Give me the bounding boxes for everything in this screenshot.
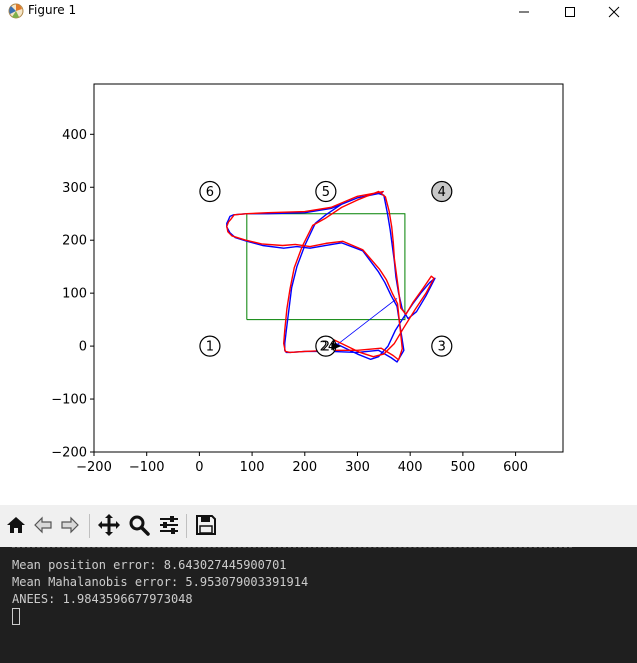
x-tick-label: 100: [240, 460, 265, 475]
home-icon: [7, 517, 25, 533]
configure-subplots-button[interactable]: [156, 511, 182, 539]
x-tick-label: 200: [292, 460, 317, 475]
landmark-6-label: 6: [206, 185, 214, 200]
close-button[interactable]: [591, 0, 637, 24]
y-tick-label: −100: [51, 393, 87, 408]
zoom-icon: [129, 515, 150, 536]
figure-canvas[interactable]: −200 −100 0 100 200 300 400 500 600 −200 −100 0 100 2…: [0, 24, 637, 505]
robot-pose-label: 24: [320, 340, 337, 355]
x-tick-label: −200: [76, 460, 112, 475]
x-tick-label: 400: [398, 460, 423, 475]
maximize-button[interactable]: [547, 0, 593, 24]
back-icon: [34, 516, 52, 534]
terminal-output[interactable]: Mean position error: 8.643027445900701 M…: [0, 547, 637, 663]
home-button[interactable]: [3, 511, 29, 539]
plot-axes[interactable]: −200 −100 0 100 200 300 400 500 600 −200 −100 0 100 2…: [0, 24, 637, 505]
landmark-1-label: 1: [206, 340, 214, 355]
y-tick-label: 100: [62, 287, 87, 302]
forward-icon: [61, 516, 79, 534]
axes-background: [94, 84, 563, 452]
window-title: Figure 1: [28, 3, 77, 17]
minimize-button[interactable]: [501, 0, 547, 24]
terminal-cursor: [12, 608, 20, 625]
x-tick-label: 500: [450, 460, 475, 475]
save-icon: [196, 515, 216, 535]
forward-button[interactable]: [57, 511, 83, 539]
toolbar-separator: [186, 514, 187, 538]
y-tick-label: 400: [62, 128, 87, 143]
x-tick-label: 0: [195, 460, 203, 475]
y-tick-label: −200: [51, 446, 87, 461]
matplotlib-app-icon: [8, 3, 24, 19]
x-tick-label: −100: [129, 460, 165, 475]
landmark-3-label: 3: [438, 340, 446, 355]
configure-subplots-icon: [160, 516, 178, 534]
terminal-line-anees: ANEES: 1.9843596677973048: [12, 592, 193, 606]
back-button[interactable]: [30, 511, 56, 539]
terminal-line-position-error: Mean position error: 8.643027445900701: [12, 558, 287, 572]
save-button[interactable]: [193, 511, 219, 539]
maximize-icon: [565, 7, 575, 17]
pan-icon: [98, 514, 120, 536]
navigation-toolbar: [0, 505, 637, 547]
y-tick-label: 300: [62, 181, 87, 196]
toolbar-separator: [89, 514, 90, 538]
x-tick-label: 300: [345, 460, 370, 475]
y-tick-label: 0: [79, 340, 87, 355]
x-tick-label: 600: [503, 460, 528, 475]
close-icon: [608, 6, 620, 18]
terminal-divider: [12, 547, 572, 551]
terminal-line-mahalanobis-error: Mean Mahalanobis error: 5.95307900339191…: [12, 575, 309, 589]
landmark-4-label: 4: [438, 185, 446, 200]
pan-button[interactable]: [96, 511, 122, 539]
landmark-5-label: 5: [322, 185, 330, 200]
y-tick-label: 200: [62, 234, 87, 249]
zoom-button[interactable]: [126, 511, 152, 539]
title-bar: Figure 1: [0, 0, 637, 24]
minimize-icon: [519, 11, 529, 13]
